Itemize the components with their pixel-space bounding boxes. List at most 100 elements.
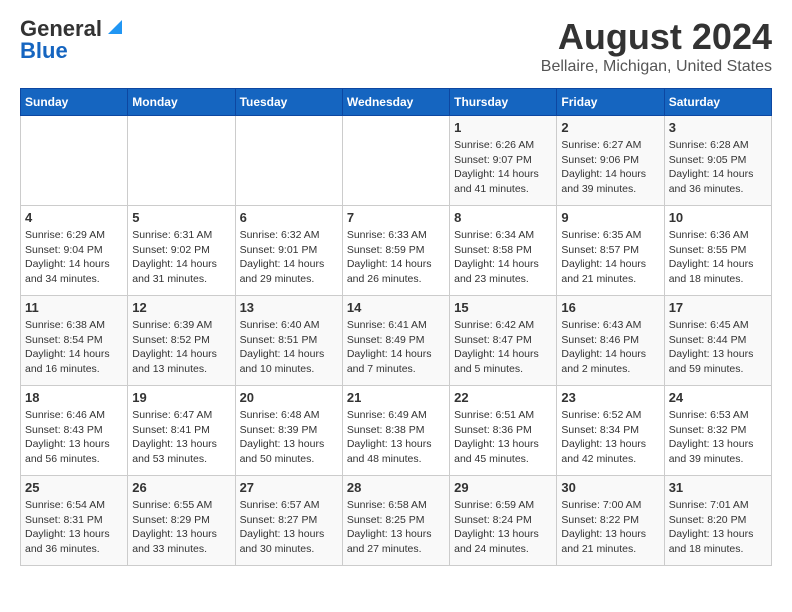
week-row-2: 4 Sunrise: 6:29 AMSunset: 9:04 PMDaylight… xyxy=(21,206,772,296)
calendar-cell: 24 Sunrise: 6:53 AMSunset: 8:32 PMDayligh… xyxy=(664,386,771,476)
calendar-cell: 18Sunrise: 6:46 AMSunset: 8:43 PMDayligh… xyxy=(21,386,128,476)
day-info: Sunrise: 6:55 AMSunset: 8:29 PMDaylight:… xyxy=(132,498,230,557)
calendar-cell: 1 Sunrise: 6:26 AMSunset: 9:07 PMDaylight… xyxy=(450,116,557,206)
day-number: 24 xyxy=(669,390,767,405)
day-info: Sunrise: 7:01 AMSunset: 8:20 PMDaylight:… xyxy=(669,498,767,557)
day-number: 28 xyxy=(347,480,445,495)
calendar-cell xyxy=(235,116,342,206)
day-info: Sunrise: 6:38 AMSunset: 8:54 PMDaylight:… xyxy=(25,318,123,377)
calendar-cell: 4 Sunrise: 6:29 AMSunset: 9:04 PMDaylight… xyxy=(21,206,128,296)
day-info: Sunrise: 6:41 AMSunset: 8:49 PMDaylight:… xyxy=(347,318,445,377)
subtitle: Bellaire, Michigan, United States xyxy=(541,58,772,76)
day-number: 23 xyxy=(561,390,659,405)
day-info: Sunrise: 7:00 AMSunset: 8:22 PMDaylight:… xyxy=(561,498,659,557)
day-info: Sunrise: 6:39 AMSunset: 8:52 PMDaylight:… xyxy=(132,318,230,377)
day-number: 29 xyxy=(454,480,552,495)
day-info: Sunrise: 6:33 AMSunset: 8:59 PMDaylight:… xyxy=(347,228,445,287)
logo-blue-text: Blue xyxy=(20,40,68,62)
calendar-cell: 31 Sunrise: 7:01 AMSunset: 8:20 PMDayligh… xyxy=(664,476,771,566)
day-number: 7 xyxy=(347,210,445,225)
day-number: 31 xyxy=(669,480,767,495)
weekday-header-tuesday: Tuesday xyxy=(235,89,342,116)
day-number: 26 xyxy=(132,480,230,495)
calendar-cell: 6 Sunrise: 6:32 AMSunset: 9:01 PMDaylight… xyxy=(235,206,342,296)
weekday-header-friday: Friday xyxy=(557,89,664,116)
day-info: Sunrise: 6:43 AMSunset: 8:46 PMDaylight:… xyxy=(561,318,659,377)
calendar-cell: 23 Sunrise: 6:52 AMSunset: 8:34 PMDayligh… xyxy=(557,386,664,476)
day-number: 21 xyxy=(347,390,445,405)
weekday-header-thursday: Thursday xyxy=(450,89,557,116)
calendar-cell: 15 Sunrise: 6:42 AMSunset: 8:47 PMDayligh… xyxy=(450,296,557,386)
weekday-header-wednesday: Wednesday xyxy=(342,89,449,116)
day-info: Sunrise: 6:35 AMSunset: 8:57 PMDaylight:… xyxy=(561,228,659,287)
day-number: 20 xyxy=(240,390,338,405)
day-number: 14 xyxy=(347,300,445,315)
day-number: 15 xyxy=(454,300,552,315)
day-info: Sunrise: 6:45 AMSunset: 8:44 PMDaylight:… xyxy=(669,318,767,377)
calendar-cell: 16 Sunrise: 6:43 AMSunset: 8:46 PMDayligh… xyxy=(557,296,664,386)
calendar-cell: 14 Sunrise: 6:41 AMSunset: 8:49 PMDayligh… xyxy=(342,296,449,386)
weekday-header-saturday: Saturday xyxy=(664,89,771,116)
day-info: Sunrise: 6:54 AMSunset: 8:31 PMDaylight:… xyxy=(25,498,123,557)
day-number: 6 xyxy=(240,210,338,225)
day-info: Sunrise: 6:31 AMSunset: 9:02 PMDaylight:… xyxy=(132,228,230,287)
weekday-header-monday: Monday xyxy=(128,89,235,116)
calendar-cell: 10 Sunrise: 6:36 AMSunset: 8:55 PMDayligh… xyxy=(664,206,771,296)
main-title: August 2024 xyxy=(541,16,772,58)
day-number: 3 xyxy=(669,120,767,135)
day-number: 4 xyxy=(25,210,123,225)
calendar-cell xyxy=(128,116,235,206)
day-info: Sunrise: 6:32 AMSunset: 9:01 PMDaylight:… xyxy=(240,228,338,287)
day-info: Sunrise: 6:28 AMSunset: 9:05 PMDaylight:… xyxy=(669,138,767,197)
day-number: 9 xyxy=(561,210,659,225)
day-number: 5 xyxy=(132,210,230,225)
calendar-cell: 12Sunrise: 6:39 AMSunset: 8:52 PMDayligh… xyxy=(128,296,235,386)
calendar-cell: 20 Sunrise: 6:48 AMSunset: 8:39 PMDayligh… xyxy=(235,386,342,476)
day-info: Sunrise: 6:42 AMSunset: 8:47 PMDaylight:… xyxy=(454,318,552,377)
day-info: Sunrise: 6:27 AMSunset: 9:06 PMDaylight:… xyxy=(561,138,659,197)
logo-icon xyxy=(104,16,126,38)
calendar-cell: 29 Sunrise: 6:59 AMSunset: 8:24 PMDayligh… xyxy=(450,476,557,566)
day-info: Sunrise: 6:48 AMSunset: 8:39 PMDaylight:… xyxy=(240,408,338,467)
day-info: Sunrise: 6:36 AMSunset: 8:55 PMDaylight:… xyxy=(669,228,767,287)
weekday-header-sunday: Sunday xyxy=(21,89,128,116)
calendar-cell: 25 Sunrise: 6:54 AMSunset: 8:31 PMDayligh… xyxy=(21,476,128,566)
day-number: 27 xyxy=(240,480,338,495)
logo: General Blue xyxy=(20,16,126,62)
calendar-cell xyxy=(21,116,128,206)
calendar-cell: 8 Sunrise: 6:34 AMSunset: 8:58 PMDaylight… xyxy=(450,206,557,296)
header: General Blue August 2024 Bellaire, Michi… xyxy=(20,16,772,76)
calendar-cell: 2 Sunrise: 6:27 AMSunset: 9:06 PMDaylight… xyxy=(557,116,664,206)
day-info: Sunrise: 6:53 AMSunset: 8:32 PMDaylight:… xyxy=(669,408,767,467)
calendar-cell: 9 Sunrise: 6:35 AMSunset: 8:57 PMDaylight… xyxy=(557,206,664,296)
day-number: 25 xyxy=(25,480,123,495)
day-number: 16 xyxy=(561,300,659,315)
calendar-cell: 26 Sunrise: 6:55 AMSunset: 8:29 PMDayligh… xyxy=(128,476,235,566)
calendar-cell: 17 Sunrise: 6:45 AMSunset: 8:44 PMDayligh… xyxy=(664,296,771,386)
day-info: Sunrise: 6:29 AMSunset: 9:04 PMDaylight:… xyxy=(25,228,123,287)
day-number: 30 xyxy=(561,480,659,495)
day-info: Sunrise: 6:49 AMSunset: 8:38 PMDaylight:… xyxy=(347,408,445,467)
week-row-4: 18Sunrise: 6:46 AMSunset: 8:43 PMDayligh… xyxy=(21,386,772,476)
title-area: August 2024 Bellaire, Michigan, United S… xyxy=(541,16,772,76)
day-info: Sunrise: 6:34 AMSunset: 8:58 PMDaylight:… xyxy=(454,228,552,287)
day-info: Sunrise: 6:40 AMSunset: 8:51 PMDaylight:… xyxy=(240,318,338,377)
day-number: 1 xyxy=(454,120,552,135)
day-number: 17 xyxy=(669,300,767,315)
day-number: 13 xyxy=(240,300,338,315)
day-info: Sunrise: 6:26 AMSunset: 9:07 PMDaylight:… xyxy=(454,138,552,197)
week-row-1: 1 Sunrise: 6:26 AMSunset: 9:07 PMDaylight… xyxy=(21,116,772,206)
day-number: 10 xyxy=(669,210,767,225)
day-number: 2 xyxy=(561,120,659,135)
calendar-cell: 21 Sunrise: 6:49 AMSunset: 8:38 PMDayligh… xyxy=(342,386,449,476)
day-info: Sunrise: 6:52 AMSunset: 8:34 PMDaylight:… xyxy=(561,408,659,467)
day-info: Sunrise: 6:57 AMSunset: 8:27 PMDaylight:… xyxy=(240,498,338,557)
calendar-cell: 7 Sunrise: 6:33 AMSunset: 8:59 PMDaylight… xyxy=(342,206,449,296)
day-number: 8 xyxy=(454,210,552,225)
day-info: Sunrise: 6:59 AMSunset: 8:24 PMDaylight:… xyxy=(454,498,552,557)
day-info: Sunrise: 6:51 AMSunset: 8:36 PMDaylight:… xyxy=(454,408,552,467)
calendar-cell: 5 Sunrise: 6:31 AMSunset: 9:02 PMDaylight… xyxy=(128,206,235,296)
calendar-cell xyxy=(342,116,449,206)
day-number: 22 xyxy=(454,390,552,405)
calendar-cell: 27 Sunrise: 6:57 AMSunset: 8:27 PMDayligh… xyxy=(235,476,342,566)
